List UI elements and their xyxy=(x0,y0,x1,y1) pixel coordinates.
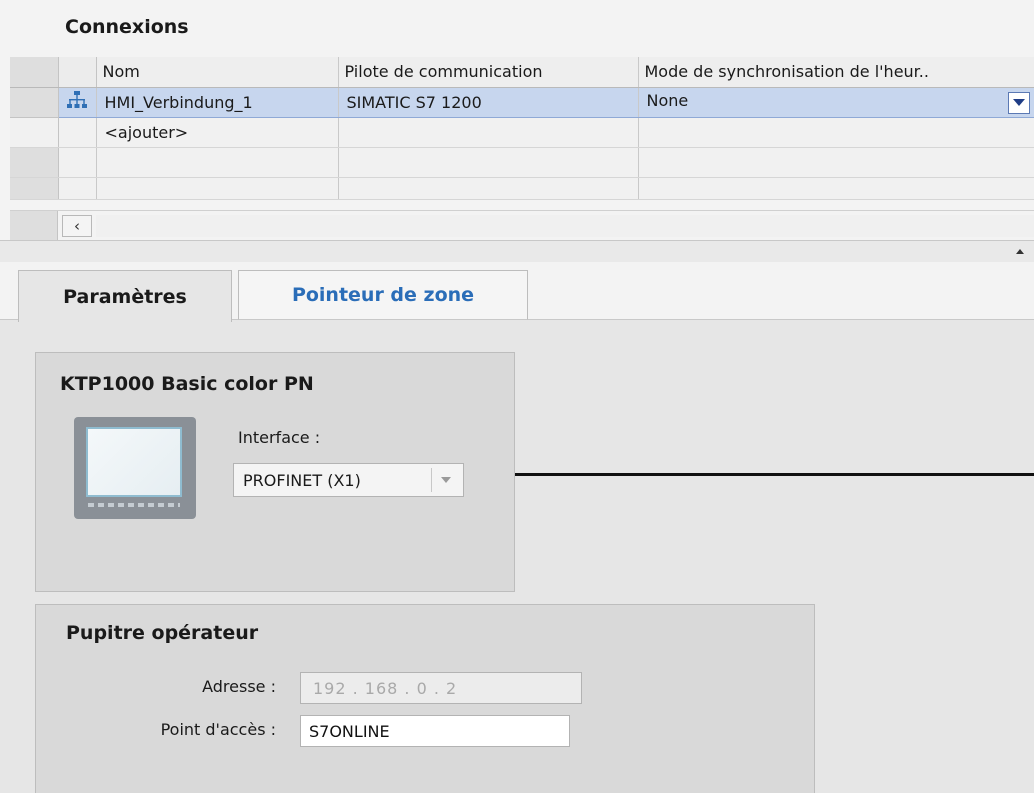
access-point-field[interactable]: S7ONLINE xyxy=(300,715,570,747)
icon-cell-empty xyxy=(58,117,97,148)
tab-bar: Paramètres Pointeur de zone xyxy=(0,262,1034,322)
corner-cell xyxy=(10,57,59,88)
interface-label: Interface : xyxy=(238,428,321,447)
address-label: Adresse : xyxy=(202,677,276,696)
row-header xyxy=(10,147,59,178)
hmi-panel-icon xyxy=(74,417,196,519)
hmi-device-panel: KTP1000 Basic color PN Interface : PROFI… xyxy=(35,352,515,592)
horizontal-scrollbar[interactable]: ‹ xyxy=(10,210,1034,241)
table-row-empty xyxy=(10,147,1034,178)
chevron-down-icon[interactable] xyxy=(1007,91,1030,114)
add-connection-link[interactable]: <ajouter> xyxy=(96,117,339,148)
network-connection-line xyxy=(515,473,1034,476)
network-connection-icon xyxy=(58,86,97,118)
chevron-down-icon[interactable] xyxy=(431,468,459,492)
sync-mode-value: None xyxy=(646,90,689,110)
empty-cell xyxy=(338,117,639,148)
cell-name[interactable]: HMI_Verbindung_1 xyxy=(96,86,339,118)
interface-select[interactable]: PROFINET (X1) xyxy=(233,463,464,497)
empty-cell xyxy=(638,117,1034,148)
empty-cell xyxy=(58,147,97,178)
hmi-keys xyxy=(88,503,180,507)
column-header-name[interactable]: Nom xyxy=(96,57,339,88)
connections-table: Nom Pilote de communication Mode de sync… xyxy=(10,57,1034,200)
empty-cell xyxy=(338,147,639,178)
row-header xyxy=(10,117,59,148)
hmi-device-title: KTP1000 Basic color PN xyxy=(60,373,314,395)
tab-pointeur-de-zone[interactable]: Pointeur de zone xyxy=(238,270,528,320)
table-row-empty xyxy=(10,177,1034,200)
scrollbar-corner xyxy=(10,211,58,241)
address-field: 192 . 168 . 0 . 2 xyxy=(300,672,582,704)
connections-section: Connexions Nom Pilote de communication M… xyxy=(0,0,1034,262)
row-header xyxy=(10,177,59,200)
table-row[interactable]: HMI_Verbindung_1 SIMATIC S7 1200 None xyxy=(10,86,1034,118)
empty-cell xyxy=(338,177,639,200)
empty-cell xyxy=(638,177,1034,200)
empty-cell xyxy=(58,177,97,200)
table-row-add[interactable]: <ajouter> xyxy=(10,117,1034,148)
empty-cell xyxy=(638,147,1034,178)
tab-parametres[interactable]: Paramètres xyxy=(18,270,232,322)
cell-driver[interactable]: SIMATIC S7 1200 xyxy=(338,86,639,118)
hmi-screen xyxy=(86,427,182,497)
interface-value: PROFINET (X1) xyxy=(243,470,361,490)
collapse-up-icon[interactable] xyxy=(1016,249,1024,254)
panel-splitter[interactable] xyxy=(0,240,1034,262)
row-header[interactable] xyxy=(10,86,59,118)
scrollbar-track[interactable] xyxy=(96,215,1034,237)
access-point-label: Point d'accès : xyxy=(160,720,276,739)
empty-cell xyxy=(96,147,339,178)
cell-sync-mode[interactable]: None xyxy=(638,86,1034,118)
column-header-sync-mode[interactable]: Mode de synchronisation de l'heur.. xyxy=(638,57,1034,88)
operator-panel-title: Pupitre opérateur xyxy=(66,622,259,644)
table-header-row: Nom Pilote de communication Mode de sync… xyxy=(10,57,1034,88)
connections-title: Connexions xyxy=(65,16,189,38)
scroll-left-arrow-icon[interactable]: ‹ xyxy=(62,215,92,237)
empty-cell xyxy=(96,177,339,200)
operator-panel-section: Pupitre opérateur Adresse : 192 . 168 . … xyxy=(35,604,815,793)
column-header-driver[interactable]: Pilote de communication xyxy=(338,57,639,88)
icon-column-header xyxy=(58,57,97,88)
